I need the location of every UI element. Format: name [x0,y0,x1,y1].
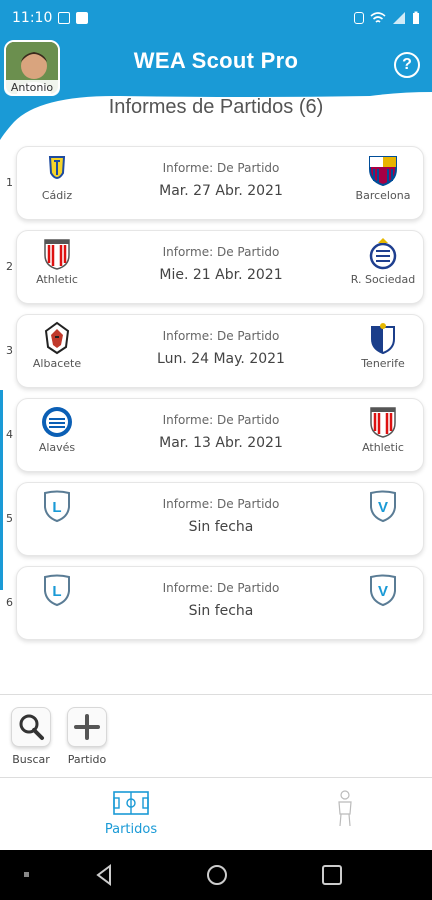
alaves-crest-icon [42,407,72,437]
report-card[interactable]: Alavés Informe: De Partido Mar. 13 Abr. 20… [16,398,424,472]
report-date: Mar. 27 Abr. 2021 [159,183,283,199]
system-nav-buttons [24,864,342,886]
home-team: Athletic [17,231,97,286]
app-title: WEA Scout Pro [133,48,299,73]
recents-dot-icon[interactable] [24,872,29,877]
report-type: Informe: De Partido [162,161,280,175]
home-team-name: Athletic [36,273,78,286]
report-date: Sin fecha [188,519,254,535]
system-navigation-bar [0,850,432,900]
player-icon [338,790,352,827]
svg-text:V: V [378,499,388,516]
report-info: Informe: De Partido Sin fecha [117,497,325,535]
help-button[interactable]: ? [394,52,420,78]
away-team-name: Tenerife [361,357,405,370]
bottom-nav: Partidos [0,780,432,850]
home-team-name: Albacete [32,357,82,370]
plus-icon [74,714,100,740]
football-pitch-icon [113,791,149,815]
report-type: Informe: De Partido [162,497,280,511]
report-index: 4 [6,428,13,441]
status-time: 11:10 [12,10,53,26]
barcelona-crest-icon [369,156,397,187]
home-icon[interactable] [207,865,227,885]
search-label: Buscar [12,753,50,766]
home-team: Albacete [17,315,97,370]
report-date: Mar. 13 Abr. 2021 [159,435,283,451]
report-card[interactable]: L Informe: De Partido Sin fecha V [16,566,424,640]
svg-text:L: L [52,583,61,600]
signal-icon [393,12,405,24]
report-index: 5 [6,512,13,525]
home-team-name: Cádiz [41,189,73,202]
cadiz-crest-icon [48,156,66,179]
home-team: Alavés [17,399,97,454]
home-team-name: Alavés [38,441,76,454]
add-match-label: Partido [67,753,107,766]
visitor-badge-icon: V [370,490,396,523]
home-team: Cádiz [17,147,97,202]
report-info: Informe: De Partido Sin fecha [117,581,325,619]
away-team-name: Athletic [362,441,404,454]
report-info: Informe: De Partido Mar. 13 Abr. 2021 [117,413,325,451]
away-team: Athletic [343,399,423,454]
report-info: Informe: De Partido Mie. 21 Abr. 2021 [117,245,325,283]
wifi-icon [370,12,386,23]
search-button[interactable]: Buscar [6,707,56,766]
report-info: Informe: De Partido Mar. 27 Abr. 2021 [117,161,325,199]
away-team: V [343,567,423,609]
report-date: Mie. 21 Abr. 2021 [159,267,283,283]
report-info: Informe: De Partido Lun. 24 May. 2021 [117,329,325,367]
report-type: Informe: De Partido [162,581,280,595]
side-accent [0,390,3,590]
local-badge-icon: L [44,490,70,523]
away-team: Tenerife [343,315,423,370]
visitor-badge-icon: V [370,574,396,607]
report-index: 3 [6,344,13,357]
report-card[interactable]: Cádiz Informe: De Partido Mar. 27 Abr. 202… [16,146,424,220]
away-team-name: Barcelona [355,189,411,202]
nav-players[interactable] [330,790,360,832]
report-date: Lun. 24 May. 2021 [157,351,285,367]
tenerife-crest-icon [371,323,395,355]
report-card[interactable]: Athletic Informe: De Partido Mie. 21 Abr. … [16,230,424,304]
nav-matches-label: Partidos [104,822,158,837]
actions-toolbar: Buscar Partido [0,694,432,778]
vibrate-icon [354,12,364,24]
report-type: Informe: De Partido [162,329,280,343]
overview-icon[interactable] [322,865,342,885]
user-name: Antonio [4,80,60,96]
report-index: 6 [6,596,13,609]
local-badge-icon: L [44,574,70,607]
away-team-name: R. Sociedad [350,273,416,286]
notification-icon [76,12,89,24]
svg-text:L: L [52,499,61,516]
report-index: 2 [6,260,13,273]
report-card[interactable]: L Informe: De Partido Sin fecha V [16,482,424,556]
athletic-crest-icon [44,239,70,270]
away-team: Barcelona [343,147,423,202]
away-team: R. Sociedad [343,231,423,286]
search-icon [19,714,44,740]
albacete-crest-icon [44,321,70,355]
message-icon [58,12,71,24]
add-match-button[interactable]: Partido [62,707,112,766]
report-type: Informe: De Partido [162,413,280,427]
back-icon[interactable] [96,864,111,886]
svg-text:V: V [378,583,388,600]
page-title: Informes de Partidos (6) [108,96,324,118]
home-team: L [17,567,97,609]
report-card[interactable]: Albacete Informe: De Partido Lun. 24 May. … [16,314,424,388]
battery-icon [413,11,419,24]
home-team: L [17,483,97,525]
real-sociedad-crest-icon [369,238,397,270]
away-team: V [343,483,423,525]
status-bar: 11:10 [0,0,432,36]
nav-matches[interactable]: Partidos [96,790,166,837]
report-date: Sin fecha [188,603,254,619]
report-type: Informe: De Partido [162,245,280,259]
athletic-crest-icon [370,407,396,438]
report-index: 1 [6,176,13,189]
